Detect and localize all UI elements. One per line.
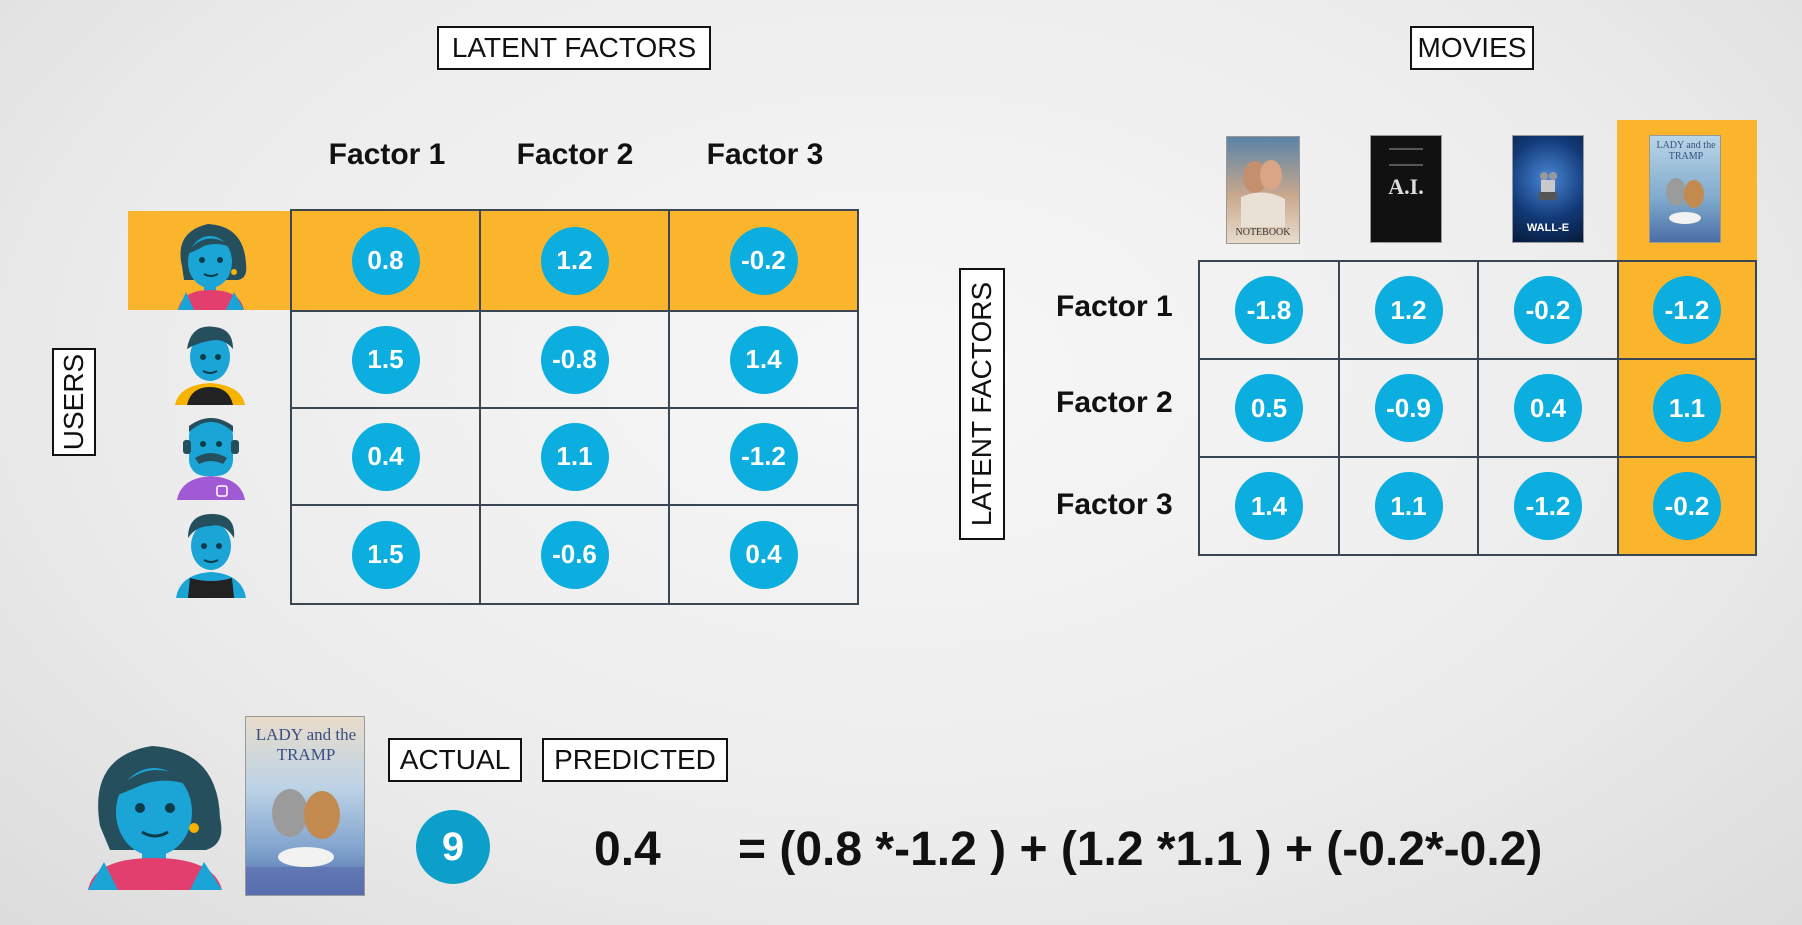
user-factor-cell: -0.8 xyxy=(479,310,670,409)
movie-factor-cell: -1.2 xyxy=(1617,260,1757,360)
user-factor-cell: 0.4 xyxy=(290,407,481,506)
value-bubble: 0.8 xyxy=(351,226,420,295)
poster-caption: A.I. xyxy=(1388,174,1424,199)
value-bubble: -0.2 xyxy=(1653,472,1721,540)
movie-factor-cell: 0.4 xyxy=(1477,358,1619,458)
factor-row-label: Factor 1 xyxy=(1056,290,1173,323)
actual-label: ACTUAL xyxy=(388,738,522,782)
user-factor-cell: -1.2 xyxy=(668,407,859,506)
poster-caption: WALL-E xyxy=(1526,222,1570,234)
value-bubble: 1.1 xyxy=(1374,472,1443,540)
poster-caption: NOTEBOOK xyxy=(1235,227,1291,238)
factor-row-label: Factor 3 xyxy=(1056,488,1173,521)
predicted-value: 0.4 xyxy=(594,823,661,876)
user-factor-cell: 1.2 xyxy=(479,209,670,312)
notebook-poster: NOTEBOOK xyxy=(1226,136,1300,244)
value-bubble: 0.5 xyxy=(1235,374,1303,442)
user-factor-cell: 1.4 xyxy=(668,310,859,409)
movie-factor-cell: -0.9 xyxy=(1338,358,1479,458)
value-bubble: -1.2 xyxy=(729,422,798,491)
user-avatar-female xyxy=(178,224,247,310)
value-bubble: 1.1 xyxy=(540,422,609,491)
movie-factor-cell: -0.2 xyxy=(1477,260,1619,360)
user-factor-cell: 0.8 xyxy=(290,209,481,312)
movie-factor-cell: -1.8 xyxy=(1198,260,1340,360)
selected-movie-poster: LADY and the TRAMP xyxy=(245,716,365,896)
value-bubble: 1.5 xyxy=(351,520,420,589)
value-bubble: 0.4 xyxy=(729,520,798,589)
user-avatar-male-3 xyxy=(176,514,246,598)
latent-factors-title: LATENT FACTORS xyxy=(437,26,711,70)
walle-poster: WALL-E xyxy=(1512,135,1584,243)
lady-tramp-poster: LADY and the TRAMP xyxy=(1649,135,1721,243)
value-bubble: 1.2 xyxy=(540,226,609,295)
factor-column-label: Factor 3 xyxy=(706,138,824,171)
movie-factor-cell: -0.2 xyxy=(1617,456,1757,556)
value-bubble: -0.9 xyxy=(1374,374,1443,442)
user-factor-cell: -0.6 xyxy=(479,504,670,605)
user-avatar-male-1 xyxy=(175,326,245,405)
value-bubble: -1.2 xyxy=(1514,472,1582,540)
movie-factor-cell: 1.2 xyxy=(1338,260,1479,360)
user-factor-cell: 1.5 xyxy=(290,310,481,409)
value-bubble: -0.2 xyxy=(1514,276,1582,344)
prediction-equation: = (0.8 *-1.2 ) + (1.2 *1.1 ) + (-0.2*-0.… xyxy=(738,823,1543,876)
movie-factor-cell: 1.1 xyxy=(1338,456,1479,556)
user-avatar-male-2 xyxy=(177,418,245,500)
movie-factor-cell: -1.2 xyxy=(1477,456,1619,556)
user-factor-cell: 1.5 xyxy=(290,504,481,605)
user-factor-cell: 0.4 xyxy=(668,504,859,605)
value-bubble: 1.1 xyxy=(1653,374,1721,442)
users-label: USERS xyxy=(52,348,96,456)
value-bubble: -0.6 xyxy=(540,520,609,589)
user-factor-cell: -0.2 xyxy=(668,209,859,312)
factor-row-label: Factor 2 xyxy=(1056,386,1173,419)
value-bubble: 0.4 xyxy=(1514,374,1582,442)
predicted-label: PREDICTED xyxy=(542,738,728,782)
poster-caption: LADY and the TRAMP xyxy=(1656,140,1716,162)
selected-user-avatar xyxy=(88,746,222,890)
value-bubble: -0.2 xyxy=(729,226,798,295)
movie-factor-cell: 1.4 xyxy=(1198,456,1340,556)
latent-factors-side-label: LATENT FACTORS xyxy=(959,268,1005,540)
factor-column-label: Factor 2 xyxy=(516,138,634,171)
value-bubble: -1.2 xyxy=(1653,276,1721,344)
value-bubble: -1.8 xyxy=(1235,276,1303,344)
value-bubble: 1.2 xyxy=(1374,276,1443,344)
actual-rating-badge: 9 xyxy=(416,810,490,884)
value-bubble: 1.4 xyxy=(729,325,798,394)
value-bubble: 1.5 xyxy=(351,325,420,394)
user-factor-cell: 1.1 xyxy=(479,407,670,506)
value-bubble: 0.4 xyxy=(351,422,420,491)
movie-factor-cell: 1.1 xyxy=(1617,358,1757,458)
poster-caption: LADY and the TRAMP xyxy=(255,725,357,764)
value-bubble: -0.8 xyxy=(540,325,609,394)
movie-factor-cell: 0.5 xyxy=(1198,358,1340,458)
factor-column-label: Factor 1 xyxy=(328,138,446,171)
ai-poster: A.I. xyxy=(1370,135,1442,243)
poster-text-lines xyxy=(1389,148,1423,166)
value-bubble: 1.4 xyxy=(1235,472,1303,540)
movies-title: MOVIES xyxy=(1410,26,1534,70)
